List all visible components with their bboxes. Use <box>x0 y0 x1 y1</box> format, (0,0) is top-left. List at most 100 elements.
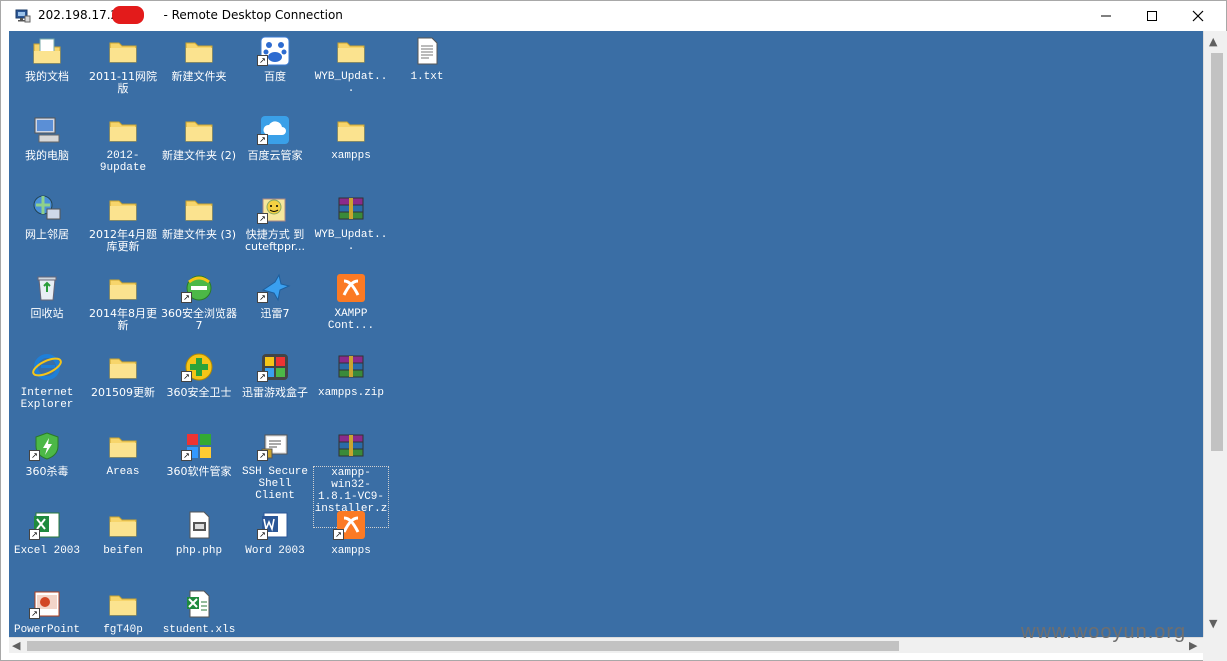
folder-icon <box>183 114 215 146</box>
desktop-icon-label: student.xls <box>162 624 236 636</box>
desktop-icon[interactable]: 新建文件夹 <box>161 33 237 111</box>
folder-icon <box>107 509 139 541</box>
desktop-icon[interactable]: beifen <box>85 507 161 585</box>
desktop-icon-label: 迅雷7 <box>260 307 290 320</box>
close-button[interactable] <box>1175 1 1221 31</box>
desktop-icon[interactable]: 我的文档 <box>9 33 85 111</box>
shortcut-arrow-icon: ↗ <box>257 371 268 382</box>
desktop-icon[interactable]: WYB_Updat... <box>313 191 389 269</box>
desktop-icon-label: WYB_Updat... <box>314 71 388 95</box>
desktop-icon[interactable]: student.xls <box>161 586 237 637</box>
scroll-down-icon[interactable]: ▼ <box>1209 617 1217 630</box>
horizontal-scroll-thumb[interactable] <box>27 641 899 651</box>
desktop-icon[interactable]: 2012-9update <box>85 112 161 190</box>
desktop-icon[interactable]: xampp-win32-1.8.1-VC9-installer.zip <box>313 428 389 528</box>
network-places-icon <box>31 193 63 225</box>
shortcut-arrow-icon: ↗ <box>257 134 268 145</box>
desktop-icon-label: 360安全卫士 <box>166 386 232 399</box>
my-computer-icon <box>31 114 63 146</box>
remote-desktop-window: 202.198.17.226- Remote Desktop Connectio… <box>0 0 1227 661</box>
desktop-icon[interactable]: ↗ 360杀毒 <box>9 428 85 506</box>
desktop-icon[interactable]: ↗ 百度 <box>237 33 313 111</box>
vertical-scroll-thumb[interactable] <box>1211 53 1223 451</box>
desktop-icon-label: 我的文档 <box>25 70 69 83</box>
desktop-icon[interactable]: WYB_Updat... <box>313 33 389 111</box>
folder-icon <box>335 114 367 146</box>
desktop-icon[interactable]: 我的电脑 <box>9 112 85 190</box>
desktop-icon-label: 百度云管家 <box>247 149 303 162</box>
desktop-icon[interactable]: 201509更新 <box>85 349 161 427</box>
desktop-icon-label: xampps <box>331 150 371 162</box>
winrar-archive-icon <box>335 351 367 383</box>
internet-explorer-icon <box>31 351 63 383</box>
desktop-icon[interactable]: Areas <box>85 428 161 506</box>
desktop-icon[interactable]: ↗ 360安全卫士 <box>161 349 237 427</box>
winrar-archive-icon <box>335 193 367 225</box>
desktop-icon[interactable]: ↗ 百度云管家 <box>237 112 313 190</box>
desktop-icon[interactable]: xampps.zip <box>313 349 389 427</box>
desktop-icon[interactable]: xampps <box>313 112 389 190</box>
vertical-scrollbar[interactable]: ▲ ▼ <box>1203 31 1227 637</box>
desktop-icon[interactable]: ↗ SSH Secure Shell Client <box>237 428 313 506</box>
desktop-icon-label: 360安全浏览器7 <box>161 307 237 332</box>
desktop-icon[interactable]: 回收站 <box>9 270 85 348</box>
scroll-left-icon[interactable]: ◀ <box>12 639 20 652</box>
desktop-icon-label: 快捷方式 到 cuteftppr... <box>244 228 306 253</box>
desktop-icon-label: Excel 2003 <box>13 545 80 557</box>
desktop-icon[interactable]: 新建文件夹 (2) <box>161 112 237 190</box>
desktop-icon[interactable]: fgT40p <box>85 586 161 637</box>
desktop-icon[interactable]: XAMPP Cont... <box>313 270 389 348</box>
desktop-icon-label: XAMPP Cont... <box>327 308 375 332</box>
desktop-icon-label: xampps.zip <box>317 387 384 399</box>
desktop-icon[interactable]: ↗ xampps <box>313 507 389 585</box>
desktop-icon-label: 360软件管家 <box>166 465 232 478</box>
desktop-icon[interactable]: ↗ Excel 2003 <box>9 507 85 585</box>
desktop-icon-label: beifen <box>103 545 143 557</box>
title-bar[interactable]: 202.198.17.226- Remote Desktop Connectio… <box>1 1 1226 31</box>
desktop-icon[interactable]: ↗ 360安全浏览器7 <box>161 270 237 348</box>
folder-icon <box>107 193 139 225</box>
desktop-icon[interactable]: 新建文件夹 (3) <box>161 191 237 269</box>
desktop-icon[interactable]: Internet Explorer <box>9 349 85 427</box>
folder-icon <box>107 272 139 304</box>
desktop-icon-label: 百度 <box>264 70 286 83</box>
desktop-icon-label: 2014年8月更新 <box>89 307 157 332</box>
excel-file-icon <box>183 588 215 620</box>
remote-desktop-area[interactable]: 我的文档我的电脑网上邻居回收站 Internet Explorer ↗ 360杀毒 ↗ E… <box>9 31 1203 637</box>
desktop-icon[interactable]: 2011-11网院版 <box>85 33 161 111</box>
remote-desktop-icon <box>15 8 31 24</box>
shortcut-arrow-icon: ↗ <box>181 371 192 382</box>
desktop-icon[interactable]: 2012年4月题库更新 <box>85 191 161 269</box>
redaction-mark <box>112 6 144 24</box>
desktop-icon-label: 新建文件夹 (3) <box>161 228 237 241</box>
desktop-icon[interactable]: ↗ 快捷方式 到 cuteftppr... <box>237 191 313 269</box>
folder-icon <box>107 588 139 620</box>
desktop-icon[interactable]: ↗ PowerPoint <box>9 586 85 637</box>
desktop-icon-label: WYB_Updat... <box>314 229 388 253</box>
folder-icon <box>335 35 367 67</box>
desktop-icon-label: 2011-11网院版 <box>89 70 157 95</box>
scroll-right-icon[interactable]: ▶ <box>1189 639 1197 652</box>
folder-icon <box>107 35 139 67</box>
desktop-icon[interactable]: 2014年8月更新 <box>85 270 161 348</box>
desktop-icon[interactable]: php.php <box>161 507 237 585</box>
desktop-icon-label: 网上邻居 <box>25 228 69 241</box>
scroll-up-icon[interactable]: ▲ <box>1209 35 1217 48</box>
minimize-button[interactable] <box>1083 1 1129 31</box>
shortcut-arrow-icon: ↗ <box>29 529 40 540</box>
desktop-icon[interactable]: 网上邻居 <box>9 191 85 269</box>
desktop-icon-label: 迅雷游戏盒子 <box>242 386 308 399</box>
desktop-icon-label: fgT40p <box>103 624 143 636</box>
desktop-icon[interactable]: ↗ 360软件管家 <box>161 428 237 506</box>
scroll-corner <box>1203 637 1227 661</box>
text-file-icon <box>411 35 443 67</box>
desktop-icon[interactable]: 1.txt <box>389 33 465 111</box>
desktop-icon-label: 1.txt <box>410 71 444 83</box>
maximize-button[interactable] <box>1129 1 1175 31</box>
window-title: 202.198.17.226- Remote Desktop Connectio… <box>38 8 343 22</box>
desktop-icon[interactable]: ↗ Word 2003 <box>237 507 313 585</box>
desktop-icon-label: php.php <box>175 545 223 557</box>
desktop-icon[interactable]: ↗ 迅雷7 <box>237 270 313 348</box>
desktop-icon[interactable]: ↗ 迅雷游戏盒子 <box>237 349 313 427</box>
desktop-icon-label: Word 2003 <box>245 545 305 557</box>
